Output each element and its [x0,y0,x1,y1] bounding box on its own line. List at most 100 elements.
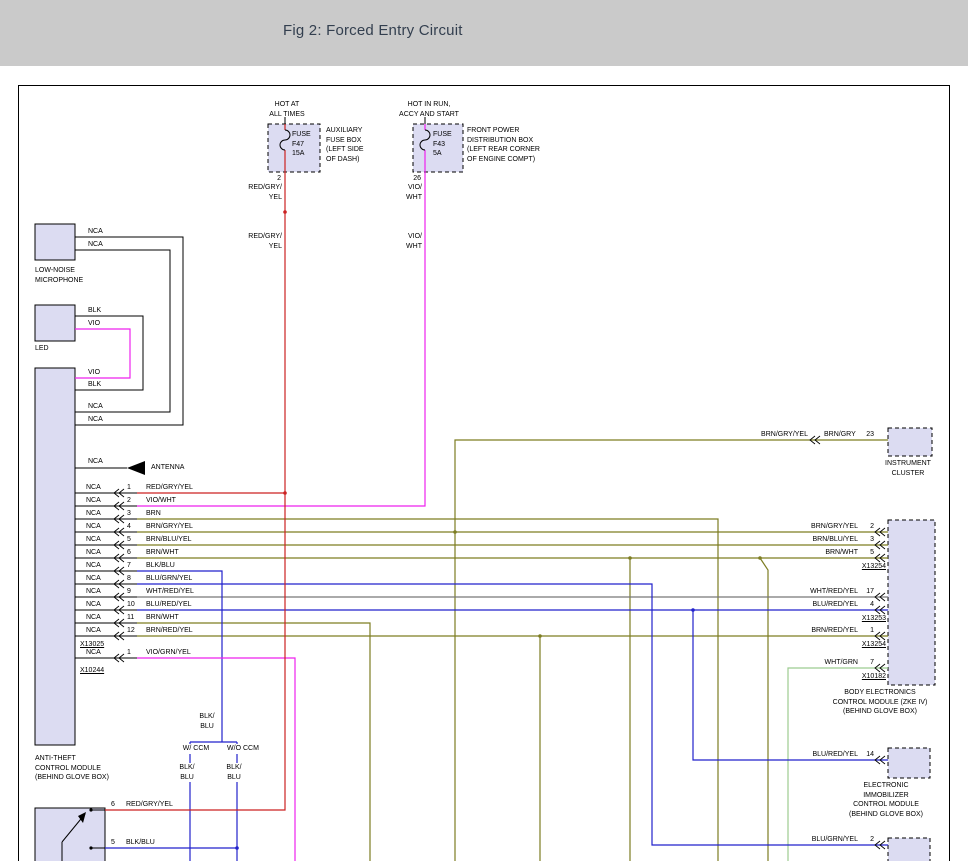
mic-wire-bottom-label: NCA [88,240,103,250]
led-box [35,305,75,341]
red-gry-yel-label-1: RED/GRY/ YEL [248,183,282,202]
forced-entry-switch-box [35,808,105,861]
mic-wire-top-label: NCA [88,227,103,237]
cluster-pin: 23 [858,430,874,440]
pin-row-nca: NCA [86,496,101,506]
zke-module-box [888,520,935,685]
pin-row-nca: NCA [86,613,101,623]
pin-row-wire: BRN/RED/YEL [146,626,193,636]
led-label: LED [35,344,49,354]
pin-row-nca: NCA [86,561,101,571]
zke-row-wire: WHT/GRN [825,658,858,668]
hot-in-run-label: HOT IN RUN, ACCY AND START [399,100,459,119]
connector-x13253-label: X13253 [862,614,886,624]
zke-row-pin: 17 [858,587,874,597]
pin-row-wire: BLK/BLU [146,561,175,571]
pin-row-nca: NCA [86,587,101,597]
pin-row-wire: BRN [146,509,161,519]
led-wire-bottom-label: VIO [88,319,100,329]
zke-row-pin: 4 [858,600,874,610]
led-wire-top-label: BLK [88,306,101,316]
pin-row-nca: NCA [86,648,101,658]
led-wire-module-top-label: VIO [88,368,100,378]
microphone-box [35,224,75,260]
connector-x10182-label: X10182 [862,672,886,682]
antenna-nca-label: NCA [88,457,103,467]
zke-row-pin: 2 [858,522,874,532]
zke-row-wire: BRN/WHT [825,548,858,558]
switch-wire-top-label: RED/GRY/YEL [126,800,173,810]
connector-x13254-label: X13254 [862,562,886,572]
ccm-trunk-wire-label: BLK/ BLU [199,712,214,731]
wires-brown [137,440,888,861]
cluster-wire-out-label: BRN/GRY/YEL [761,430,808,440]
zke-row-wire: WHT/RED/YEL [810,587,858,597]
red-gry-yel-label-2: RED/GRY/ YEL [248,232,282,251]
vio-wht-label-2: VIO/ WHT [406,232,422,251]
wires-blue [105,571,888,861]
led-wire-module-bottom-label: BLK [88,380,101,390]
switch-contact-bottom [89,846,92,849]
pin-row-number: 2 [127,496,131,506]
pin-row-nca: NCA [86,483,101,493]
pin-row-wire: BLU/GRN/YEL [146,574,192,584]
aux-fuse-box-label: AUXILIARY FUSE BOX (LEFT SIDE OF DASH) [326,126,364,164]
wiring-diagram-page: Fig 2: Forced Entry Circuit [0,0,968,861]
immobilizer-label: ELECTRONIC IMMOBILIZER CONTROL MODULE (B… [849,781,923,819]
pin-row-wire: VIO/GRN/YEL [146,648,191,658]
antenna-symbol [127,461,145,475]
zke-row-pin: 5 [858,548,874,558]
pin-row-wire: RED/GRY/YEL [146,483,193,493]
pin-row-wire: VIO/WHT [146,496,176,506]
blue-junction-dots [235,608,695,850]
pin-row-wire: BLU/RED/YEL [146,600,192,610]
zke-module-label: BODY ELECTRONICS CONTROL MODULE (ZKE IV)… [833,688,928,717]
connector-symbols [114,436,885,849]
antenna-label: ANTENNA [151,463,184,473]
pin-row-number: 1 [127,483,131,493]
bottom-right-wire-label: BLU/GRN/YEL [812,835,858,845]
zke-row-wire: BLU/RED/YEL [812,600,858,610]
pin-row-wire: BRN/BLU/YEL [146,535,192,545]
pin-row-number: 8 [127,574,131,584]
pin-row-wire: WHT/RED/YEL [146,587,194,597]
immobilizer-box [888,748,930,778]
pin-row-wire: BRN/WHT [146,613,179,623]
anti-theft-module-label: ANTI-THEFT CONTROL MODULE (BEHIND GLOVE … [35,754,109,783]
pin-row-number: 10 [127,600,135,610]
anti-theft-module-box [35,368,75,745]
bottom-right-pin: 2 [858,835,874,845]
pin-row-number: 12 [127,626,135,636]
vio-wht-label-1: VIO/ WHT [406,183,422,202]
pin-row-nca: NCA [86,509,101,519]
pin-row-number: 11 [127,613,134,623]
zke-row-pin: 1 [858,626,874,636]
switch-pin-top: 6 [111,800,115,810]
pin-row-nca: NCA [86,522,101,532]
pin-row-number: 5 [127,535,131,545]
pin-row-number: 7 [127,561,131,571]
bottom-right-connector-box [888,838,930,861]
microphone-label: LOW-NOISE MICROPHONE [35,266,83,285]
zke-row-pin: 3 [858,535,874,545]
pin-row-nca: NCA [86,574,101,584]
pin-row-nca: NCA [86,548,101,558]
mic-wire-module-top-label: NCA [88,402,103,412]
zke-row-pin: 7 [858,658,874,668]
switch-contact-top [89,808,92,811]
ccm-left-wire-label: BLK/ BLU [178,763,195,782]
cluster-wire-in-label: BRN/GRY [824,430,856,440]
hot-at-all-times-label: HOT AT ALL TIMES [269,100,304,119]
without-ccm-label: W/O CCM [226,744,260,754]
pin-row-number: 3 [127,509,131,519]
instrument-cluster-label: INSTRUMENT CLUSTER [885,459,931,478]
pin-row-nca: NCA [86,626,101,636]
pin-row-wire: BRN/WHT [146,548,179,558]
mic-wire-module-bottom-label: NCA [88,415,103,425]
fuse-f43-label: FUSE F43 5A [433,130,452,159]
ccm-right-wire-label: BLK/ BLU [225,763,242,782]
switch-pin-bottom: 5 [111,838,115,848]
immobilizer-wire-label: BLU/RED/YEL [812,750,858,760]
connector-x13254b-label: X13254 [862,640,886,650]
pin-row-nca: NCA [86,535,101,545]
